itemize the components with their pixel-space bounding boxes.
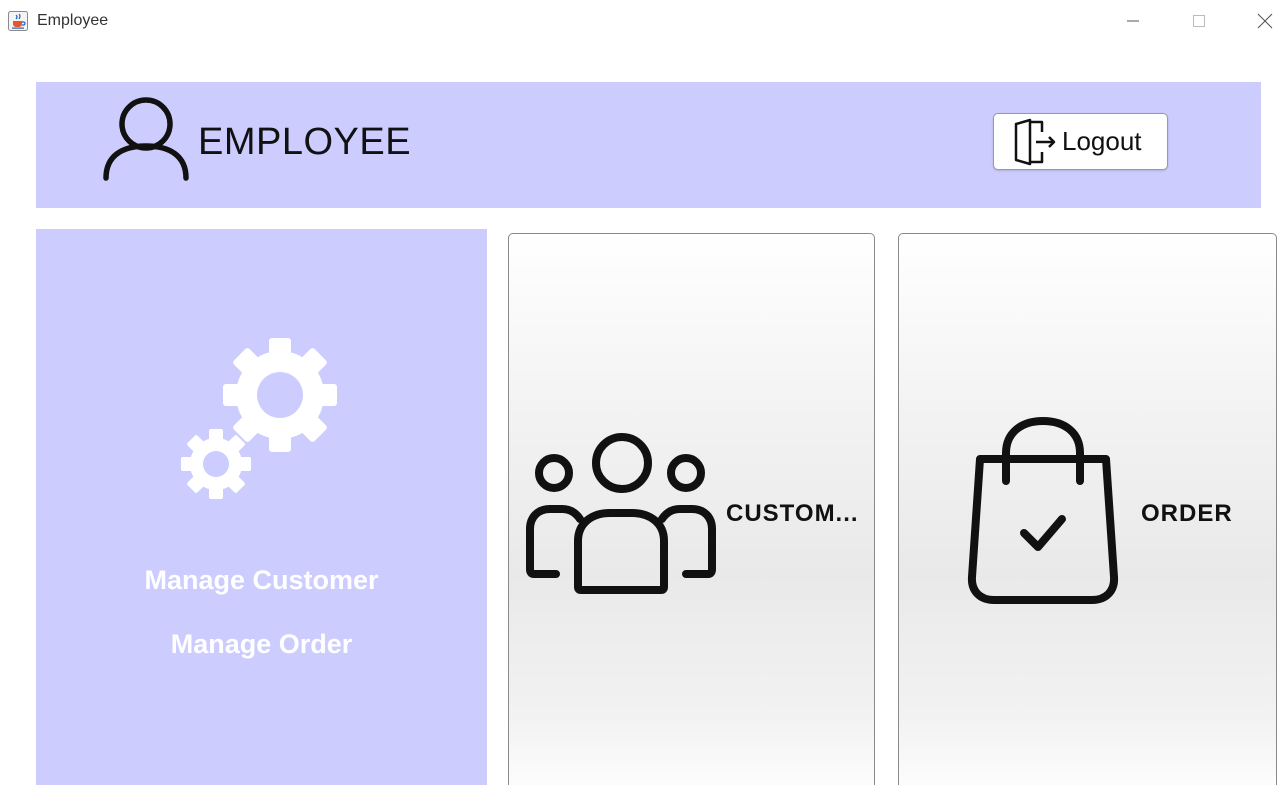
customer-tile-button[interactable]: CUSTOM... [508, 233, 875, 785]
logout-label: Logout [1062, 126, 1142, 156]
order-tile-label: ORDER [1141, 500, 1233, 527]
manage-customer-link[interactable]: Manage Customer [36, 565, 487, 596]
maximize-icon [1193, 15, 1205, 27]
manage-order-link[interactable]: Manage Order [36, 629, 487, 660]
employee-window: Employee EMPLOYEE Logout Manage Customer… [0, 0, 1279, 785]
close-button[interactable] [1242, 0, 1279, 42]
header-banner: EMPLOYEE Logout [36, 82, 1261, 208]
minimize-icon [1127, 20, 1139, 22]
page-title: EMPLOYEE [198, 121, 412, 163]
gears-icon [181, 338, 337, 499]
user-icon [103, 97, 189, 181]
logout-button[interactable]: Logout [993, 113, 1168, 170]
window-title: Employee [37, 12, 109, 29]
shopping-bag-check-icon [967, 417, 1119, 604]
sidebar-panel: Manage Customer Manage Order [36, 229, 487, 785]
customers-group-icon [526, 433, 716, 594]
title-bar: Employee [0, 0, 1279, 42]
java-cup-icon [8, 11, 28, 31]
customer-tile-label: CUSTOM... [726, 500, 859, 527]
minimize-button[interactable] [1110, 0, 1156, 42]
order-tile-button[interactable]: ORDER [898, 233, 1277, 785]
logout-door-icon [1014, 118, 1056, 165]
close-icon [1257, 13, 1273, 29]
maximize-button[interactable] [1176, 0, 1222, 42]
